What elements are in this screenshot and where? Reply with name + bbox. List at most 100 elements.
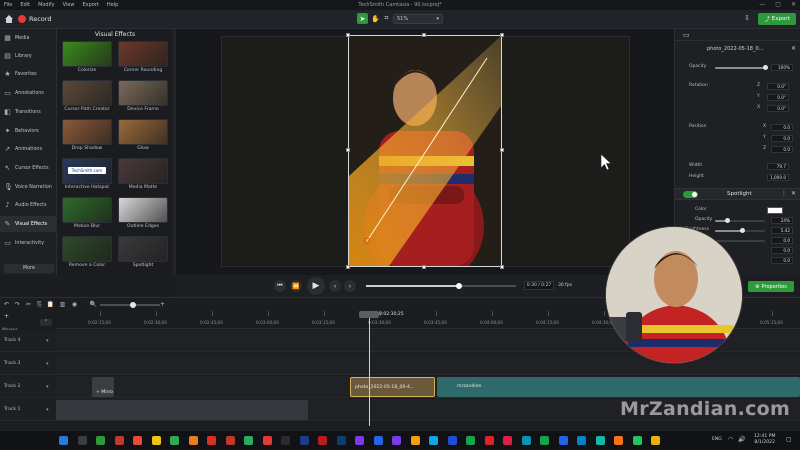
slider-knob[interactable] [739,228,745,233]
visual-properties-tab-icon[interactable]: ▭ [683,31,690,39]
taskbar-app-icon[interactable] [651,436,660,445]
taskbar-app-icon[interactable] [540,436,549,445]
frame-back-button[interactable]: ⏪ [290,280,302,292]
sidebar-item-favorites[interactable]: ★ Favorites [0,66,57,82]
taskbar-app-icon[interactable] [59,436,68,445]
menu-export[interactable]: Export [83,2,99,8]
taskbar-app-icon[interactable] [151,436,161,445]
track-header[interactable]: Track 3 ▾ [0,353,56,375]
spotlight-effect-header[interactable]: Spotlight ⋮ ✕ [675,188,800,200]
mirror-effect-clip[interactable]: + Mirro [92,377,114,397]
taskbar-app-icon[interactable] [595,436,605,445]
sidebar-item-annotations[interactable]: ▭ Annotations [0,85,57,101]
track1-clip[interactable] [56,400,308,420]
effect-item[interactable]: Drop Shadow [62,119,112,151]
taskbar-app-icon[interactable] [96,436,105,445]
select-tool-icon[interactable]: ➤ [357,13,368,24]
effect-item[interactable]: Outline Edges [118,197,168,229]
taskbar-app-icon[interactable] [466,436,475,445]
menu-view[interactable]: View [63,2,75,8]
sidebar-item-audio-effects[interactable]: ♪ Audio Effects [0,197,57,213]
color-swatch[interactable] [767,207,783,214]
undo-icon[interactable]: ↶ [2,300,11,309]
effect-item[interactable]: Corner Rounding [118,41,168,73]
split-icon[interactable]: ▥ [58,300,67,309]
language-indicator[interactable]: ENG [712,437,722,442]
zoom-dropdown[interactable]: 51% ▾ [393,14,443,24]
opacity-slider[interactable] [715,65,768,70]
menu-edit[interactable]: Edit [20,2,30,8]
track-header[interactable]: Track 2 ▾ [0,376,56,398]
volume-icon[interactable]: 🔊 [738,436,745,443]
taskbar-app-icon[interactable] [392,436,401,445]
spotlight-param-value[interactable]: 0.0 [771,237,793,244]
next-button[interactable]: › [344,280,356,292]
sidebar-item-library[interactable]: ▤ Library [0,48,57,64]
taskbar-app-icon[interactable] [318,436,327,445]
sidebar-item-cursor-effects[interactable]: ↖ Cursor Effects [0,160,57,176]
download-icon[interactable]: ⇩ [742,14,752,24]
effect-item[interactable]: Spotlight [118,236,168,268]
sidebar-item-visual-effects[interactable]: ✎ Visual Effects [0,216,57,232]
properties-button[interactable]: ⚙ Properties [748,281,794,292]
record-button[interactable]: Record [29,15,51,23]
cut-icon[interactable]: ✂ [24,300,33,309]
maximize-button[interactable]: ▢ [775,0,781,10]
taskbar-app-icon[interactable] [632,436,642,445]
snapshot-icon[interactable]: ◉ [70,300,79,309]
taskbar-app-icon[interactable] [429,436,438,445]
close-button[interactable]: ✕ [791,0,796,10]
sidebar-item-voice-narration[interactable]: 🎙 Voice Narration [0,179,57,195]
taskbar-app-icon[interactable] [577,436,586,445]
effect-item[interactable]: Media Matte [118,158,168,190]
effect-item[interactable]: Colorize [62,41,112,73]
spotlight-opacity-slider[interactable] [715,218,765,223]
playhead-line[interactable] [369,312,370,426]
taskbar-app-icon[interactable] [281,436,290,445]
effect-item[interactable]: Remove a Color [62,236,112,268]
timeline-zoom-slider[interactable] [100,302,160,308]
close-icon[interactable]: ✕ [791,45,796,52]
taskbar-app-icon[interactable] [355,436,364,445]
more-button[interactable]: More [4,264,54,273]
home-icon[interactable] [4,14,14,24]
taskbar-app-icon[interactable] [188,436,198,445]
playhead-handle[interactable] [359,311,379,318]
taskbar-app-icon[interactable] [336,436,346,445]
spotlight-opacity-value[interactable]: 24% [771,217,793,224]
rotation-x-value[interactable]: 0.0° [767,105,789,112]
menu-modify[interactable]: Modify [38,2,55,8]
sidebar-item-behaviors[interactable]: ✦ Behaviors [0,123,57,139]
brightness-slider[interactable] [715,228,765,233]
notification-icon[interactable]: ▢ [786,436,792,443]
pan-tool-icon[interactable]: ✋ [370,13,381,24]
sidebar-item-interactivity[interactable]: ▭ Interactivity [0,235,57,251]
opacity-value[interactable]: 100% [771,64,793,71]
position-x-value[interactable]: 0.0 [771,124,793,131]
paste-icon[interactable]: 📋 [46,300,55,309]
track-options-icon[interactable]: ▾ [46,407,49,413]
clock[interactable]: 12:41 PM 8/1/2022 [754,434,775,446]
record-icon[interactable] [18,15,26,23]
sidebar-item-media[interactable]: ▦ Media [0,30,57,46]
sidebar-item-animations[interactable]: ➚ Animations [0,141,57,157]
width-value[interactable]: 79.7 [767,163,789,170]
taskbar-app-icon[interactable] [521,436,531,445]
playback-scrubber[interactable] [366,283,516,289]
zoom-out-icon[interactable]: 🔍 [89,300,98,309]
minimize-button[interactable]: — [759,0,765,10]
effect-item[interactable]: Motion Blur [62,197,112,229]
taskbar-app-icon[interactable] [299,436,309,445]
taskbar-app-icon[interactable] [262,436,272,445]
taskbar-app-icon[interactable] [207,436,216,445]
taskbar-app-icon[interactable] [447,436,457,445]
collapse-icon[interactable]: ⌃ [40,319,52,326]
rotation-z-value[interactable]: 0.0° [767,83,789,90]
slider-knob[interactable] [762,65,768,70]
selection-frame[interactable] [346,33,504,269]
taskbar-app-icon[interactable] [484,436,494,445]
spotlight-param-value-2[interactable]: 0.0 [771,247,793,254]
resize-handle[interactable] [346,148,350,152]
resize-handle[interactable] [500,148,504,152]
taskbar-app-icon[interactable] [133,436,142,445]
